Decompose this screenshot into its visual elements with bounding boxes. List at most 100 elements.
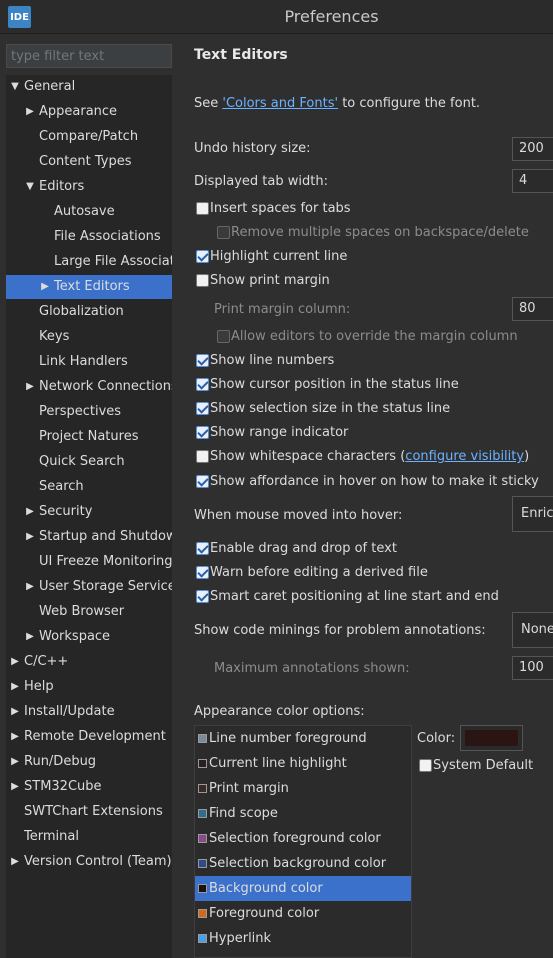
smart-caret-checkbox[interactable]: [196, 590, 209, 603]
tree-item-text-editors[interactable]: ▶ Text Editors: [6, 275, 172, 299]
tree-item-stm32cube[interactable]: ▶ STM32Cube: [6, 775, 172, 799]
tree-item-general[interactable]: ▼ General: [6, 75, 172, 99]
undo-history-field[interactable]: 200: [512, 137, 553, 161]
tree-item-label: Globalization: [39, 304, 124, 319]
allow-override-checkbox[interactable]: [217, 330, 230, 343]
collapsed-chevron-icon[interactable]: ▶: [39, 275, 51, 299]
print-margin-checkbox[interactable]: [196, 274, 209, 287]
line-numbers-checkbox[interactable]: [196, 354, 209, 367]
tree-item-keys[interactable]: Keys: [6, 325, 172, 349]
print-margin-column-field[interactable]: 80: [512, 297, 553, 321]
warn-derived-checkbox[interactable]: [196, 566, 209, 579]
tree-item-quick-search[interactable]: Quick Search: [6, 450, 172, 474]
tree-item-project-natures[interactable]: Project Natures: [6, 425, 172, 449]
code-minings-combo[interactable]: None: [512, 612, 553, 648]
color-picker-button[interactable]: [460, 725, 523, 751]
tree-item-compare-patch[interactable]: Compare/Patch: [6, 125, 172, 149]
tree-item-label: Run/Debug: [24, 754, 97, 769]
tree-item-workspace[interactable]: ▶ Workspace: [6, 625, 172, 649]
color-option-item[interactable]: Print margin: [195, 776, 411, 801]
collapsed-chevron-icon[interactable]: ▶: [24, 100, 36, 124]
tree-item-editors[interactable]: ▼ Editors: [6, 175, 172, 199]
system-default-checkbox[interactable]: [419, 759, 432, 772]
affordance-checkbox[interactable]: [196, 475, 209, 488]
tree-item-label: Web Browser: [39, 604, 125, 619]
filter-input[interactable]: [6, 44, 172, 68]
insert-spaces-checkbox[interactable]: [196, 202, 209, 215]
collapsed-chevron-icon[interactable]: ▶: [9, 725, 21, 749]
color-option-item[interactable]: Background color: [195, 876, 411, 901]
tree-item-label: User Storage Service: [39, 579, 172, 594]
collapsed-chevron-icon[interactable]: ▶: [24, 625, 36, 649]
max-annotations-field[interactable]: 100: [512, 656, 553, 680]
color-swatch: [198, 884, 207, 893]
colors-and-fonts-link[interactable]: 'Colors and Fonts': [222, 96, 338, 111]
range-indicator-checkbox[interactable]: [196, 426, 209, 439]
collapsed-chevron-icon[interactable]: ▶: [24, 500, 36, 524]
cursor-position-checkbox[interactable]: [196, 378, 209, 391]
allow-override-label: Allow editors to override the margin col…: [231, 329, 518, 344]
tree-item-label: Quick Search: [39, 454, 125, 469]
collapsed-chevron-icon[interactable]: ▶: [9, 700, 21, 724]
collapsed-chevron-icon[interactable]: ▶: [9, 850, 21, 874]
hover-label: When mouse moved into hover:: [194, 508, 403, 523]
tree-item-help[interactable]: ▶ Help: [6, 675, 172, 699]
drag-drop-label: Enable drag and drop of text: [210, 541, 397, 556]
expanded-chevron-icon[interactable]: ▼: [9, 75, 21, 99]
tree-item-network-connections[interactable]: ▶ Network Connections: [6, 375, 172, 399]
collapsed-chevron-icon[interactable]: ▶: [24, 375, 36, 399]
color-option-item[interactable]: Current line highlight: [195, 751, 411, 776]
tree-item-user-storage-service[interactable]: ▶ User Storage Service: [6, 575, 172, 599]
tree-item-link-handlers[interactable]: Link Handlers: [6, 350, 172, 374]
remove-spaces-checkbox[interactable]: [217, 226, 230, 239]
tree-item-remote-development[interactable]: ▶ Remote Development: [6, 725, 172, 749]
tab-width-field[interactable]: 4: [512, 169, 553, 193]
tree-item-globalization[interactable]: Globalization: [6, 300, 172, 324]
tree-item-label: Keys: [39, 329, 70, 344]
tree-item-large-file-associatio[interactable]: Large File Associatio: [6, 250, 172, 274]
tree-item-run-debug[interactable]: ▶ Run/Debug: [6, 750, 172, 774]
collapsed-chevron-icon[interactable]: ▶: [9, 775, 21, 799]
tree-item-swtchart-extensions[interactable]: SWTChart Extensions: [6, 800, 172, 824]
color-option-item[interactable]: Line number foreground: [195, 726, 411, 751]
tree-item-web-browser[interactable]: Web Browser: [6, 600, 172, 624]
tree-item-version-control-team[interactable]: ▶ Version Control (Team): [6, 850, 172, 874]
tree-item-c-c[interactable]: ▶ C/C++: [6, 650, 172, 674]
whitespace-checkbox[interactable]: [196, 450, 209, 463]
tree-item-content-types[interactable]: Content Types: [6, 150, 172, 174]
tree-item-search[interactable]: Search: [6, 475, 172, 499]
tree-item-install-update[interactable]: ▶ Install/Update: [6, 700, 172, 724]
collapsed-chevron-icon[interactable]: ▶: [9, 750, 21, 774]
drag-drop-checkbox[interactable]: [196, 542, 209, 555]
expanded-chevron-icon[interactable]: ▼: [24, 175, 36, 199]
hover-combo[interactable]: Enric: [512, 496, 553, 532]
color-option-item[interactable]: Selection foreground color: [195, 826, 411, 851]
tree-item-terminal[interactable]: Terminal: [6, 825, 172, 849]
tree-item-appearance[interactable]: ▶ Appearance: [6, 100, 172, 124]
system-default-label: System Default: [433, 758, 534, 773]
collapsed-chevron-icon[interactable]: ▶: [9, 675, 21, 699]
tree-item-label: Appearance: [39, 104, 118, 119]
max-annotations-label: Maximum annotations shown:: [214, 661, 410, 676]
tree-item-label: Remote Development: [24, 729, 166, 744]
selection-size-checkbox[interactable]: [196, 402, 209, 415]
tree-item-autosave[interactable]: Autosave: [6, 200, 172, 224]
color-option-item[interactable]: Hyperlink: [195, 926, 411, 951]
tree-item-ui-freeze-monitoring[interactable]: UI Freeze Monitoring: [6, 550, 172, 574]
appearance-color-list[interactable]: Line number foreground Current line highl…: [194, 725, 412, 958]
color-swatch: [198, 934, 207, 943]
color-option-item[interactable]: Find scope: [195, 801, 411, 826]
colors-fonts-hint: See 'Colors and Fonts' to configure the …: [194, 96, 480, 111]
collapsed-chevron-icon[interactable]: ▶: [24, 525, 36, 549]
tree-item-security[interactable]: ▶ Security: [6, 500, 172, 524]
highlight-line-checkbox[interactable]: [196, 250, 209, 263]
color-option-item[interactable]: Foreground color: [195, 901, 411, 926]
tree-item-file-associations[interactable]: File Associations: [6, 225, 172, 249]
tree-item-startup-and-shutdown[interactable]: ▶ Startup and Shutdown: [6, 525, 172, 549]
collapsed-chevron-icon[interactable]: ▶: [24, 575, 36, 599]
collapsed-chevron-icon[interactable]: ▶: [9, 650, 21, 674]
configure-visibility-link[interactable]: configure visibility: [405, 449, 524, 464]
title-bar: IDE Preferences: [0, 0, 553, 34]
color-option-item[interactable]: Selection background color: [195, 851, 411, 876]
tree-item-perspectives[interactable]: Perspectives: [6, 400, 172, 424]
